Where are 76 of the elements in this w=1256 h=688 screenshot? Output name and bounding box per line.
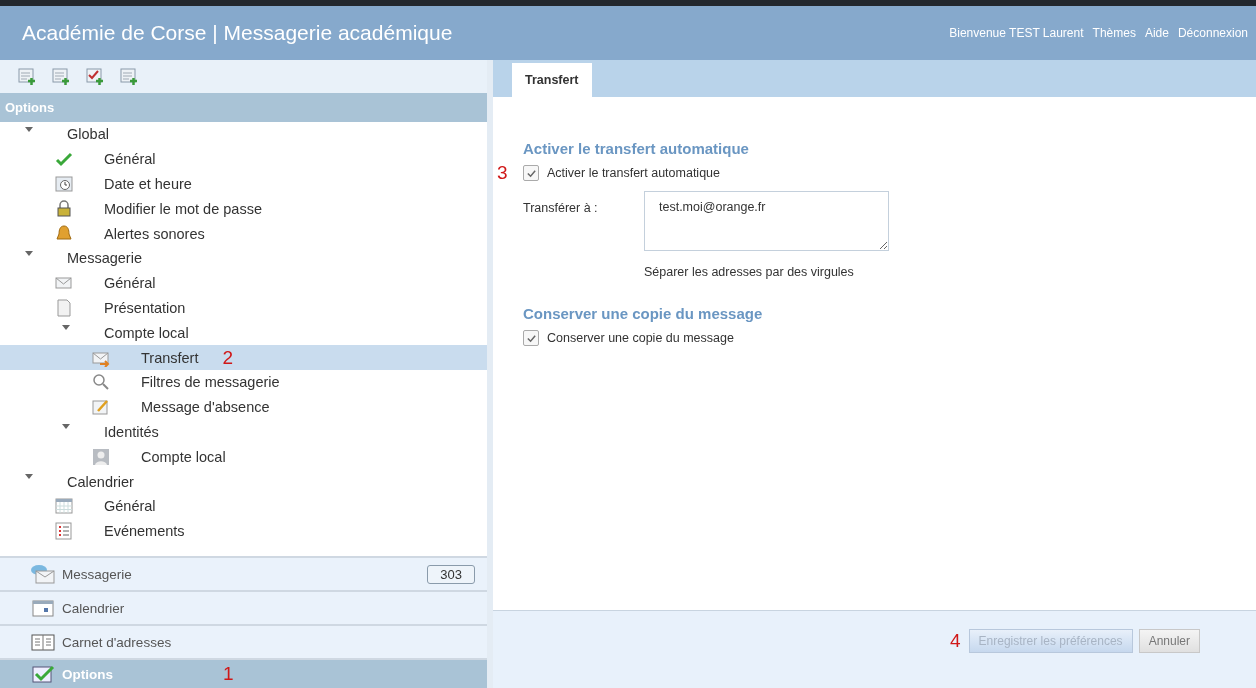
- lock-icon: [55, 199, 73, 218]
- tree-item[interactable]: Date et heure: [0, 171, 487, 197]
- tree-item-label: Transfert: [141, 349, 199, 366]
- tree-item[interactable]: Message d'absence: [0, 394, 487, 420]
- tree-item[interactable]: Messagerie: [0, 246, 487, 271]
- field-hint: Séparer les adresses par des virgules: [644, 265, 855, 279]
- tab[interactable]: Transfert: [512, 63, 592, 97]
- step-number: 1: [223, 663, 234, 685]
- tree-item-label: Compte local: [141, 448, 226, 465]
- person-icon: [92, 447, 110, 466]
- checkbox[interactable]: [523, 330, 539, 346]
- list-icon: [55, 522, 73, 541]
- tree-item-label: Général: [104, 151, 156, 168]
- checkmark-icon: [525, 332, 537, 344]
- tree-item-label: Evénements: [104, 523, 185, 540]
- checkmark-icon: [525, 167, 537, 179]
- tree-item[interactable]: Evénements: [0, 518, 487, 544]
- tree-item-label: Date et heure: [104, 176, 192, 192]
- expand-arrow-icon[interactable]: [25, 250, 33, 256]
- tree-item[interactable]: Identités: [0, 419, 487, 445]
- tree-item-label: Global: [67, 126, 109, 143]
- tree-item-label: Compte local: [104, 324, 189, 341]
- nav-item[interactable]: Messagerie 303: [0, 556, 487, 590]
- tree-item-label: Message d'absence: [141, 399, 270, 416]
- input-field[interactable]: test.moi@orange.fr: [644, 191, 889, 251]
- tree-item[interactable]: Compte local: [0, 320, 487, 346]
- app-title: Académie de Corse | Messagerie académique: [22, 21, 453, 45]
- checkbox-label: Activer le transfert automatique: [547, 166, 720, 180]
- tree-item[interactable]: Global: [0, 122, 487, 147]
- tree-item-label: Modifier le mot de passe: [104, 200, 262, 217]
- step-number: 4: [949, 629, 961, 653]
- checkbox[interactable]: [523, 165, 539, 181]
- tree-item[interactable]: Général: [0, 493, 487, 519]
- expand-arrow-icon[interactable]: [62, 325, 70, 331]
- bell-icon: [55, 224, 73, 243]
- checkbox-label: Conserver une copie du message: [547, 331, 734, 345]
- checkbox-icon: [30, 664, 56, 684]
- form-button[interactable]: Annuler: [1138, 629, 1200, 653]
- section-heading: Activer le transfert automatique: [523, 140, 750, 157]
- tree-item[interactable]: Modifier le mot de passe: [0, 196, 487, 222]
- expand-arrow-icon[interactable]: [25, 474, 33, 480]
- tree-item[interactable]: Général: [0, 146, 487, 172]
- tree-item-label: Messagerie: [67, 250, 142, 267]
- tree-item-label: Filtres de messagerie: [141, 374, 280, 391]
- page-icon: [55, 298, 73, 317]
- expand-arrow-icon[interactable]: [62, 424, 70, 430]
- tree-item-label: Général: [104, 275, 156, 292]
- tree-item[interactable]: Alertes sonores: [0, 221, 487, 246]
- calendar-icon: [55, 497, 73, 516]
- checkmark-icon: [55, 150, 73, 169]
- tree-item[interactable]: Compte local: [0, 444, 487, 470]
- calendar-icon: [30, 598, 56, 618]
- tree-item[interactable]: Filtres de messagerie: [0, 369, 487, 395]
- panel-title: Options: [5, 100, 55, 115]
- search-icon: [92, 373, 110, 392]
- tree-item-label: Alertes sonores: [104, 225, 205, 242]
- tree-item-label: Présentation: [104, 299, 186, 316]
- note-pencil-icon: [92, 398, 110, 417]
- tree-item-label: Identités: [104, 423, 159, 440]
- address-book-icon: [30, 632, 56, 652]
- nav-item[interactable]: Carnet d'adresses: [0, 624, 487, 658]
- field-label: Transférer à :: [523, 200, 599, 217]
- tree-item-label: Calendrier: [67, 473, 134, 490]
- section-heading: Conserver une copie du message: [523, 305, 764, 322]
- expand-arrow-icon[interactable]: [25, 126, 33, 132]
- tree-item[interactable]: Calendrier: [0, 469, 487, 494]
- nav-item[interactable]: Calendrier: [0, 590, 487, 624]
- tree-item-label: Général: [104, 498, 156, 515]
- tree-item[interactable]: Général: [0, 270, 487, 296]
- tree-item[interactable]: Présentation: [0, 295, 487, 321]
- step-number: 2: [222, 346, 234, 369]
- clock-icon: [55, 175, 73, 193]
- step-number: 3: [497, 162, 508, 184]
- tree-item[interactable]: Transfert 2: [0, 345, 487, 370]
- unread-count: 303: [427, 564, 475, 584]
- mail-chat-icon: [30, 564, 56, 584]
